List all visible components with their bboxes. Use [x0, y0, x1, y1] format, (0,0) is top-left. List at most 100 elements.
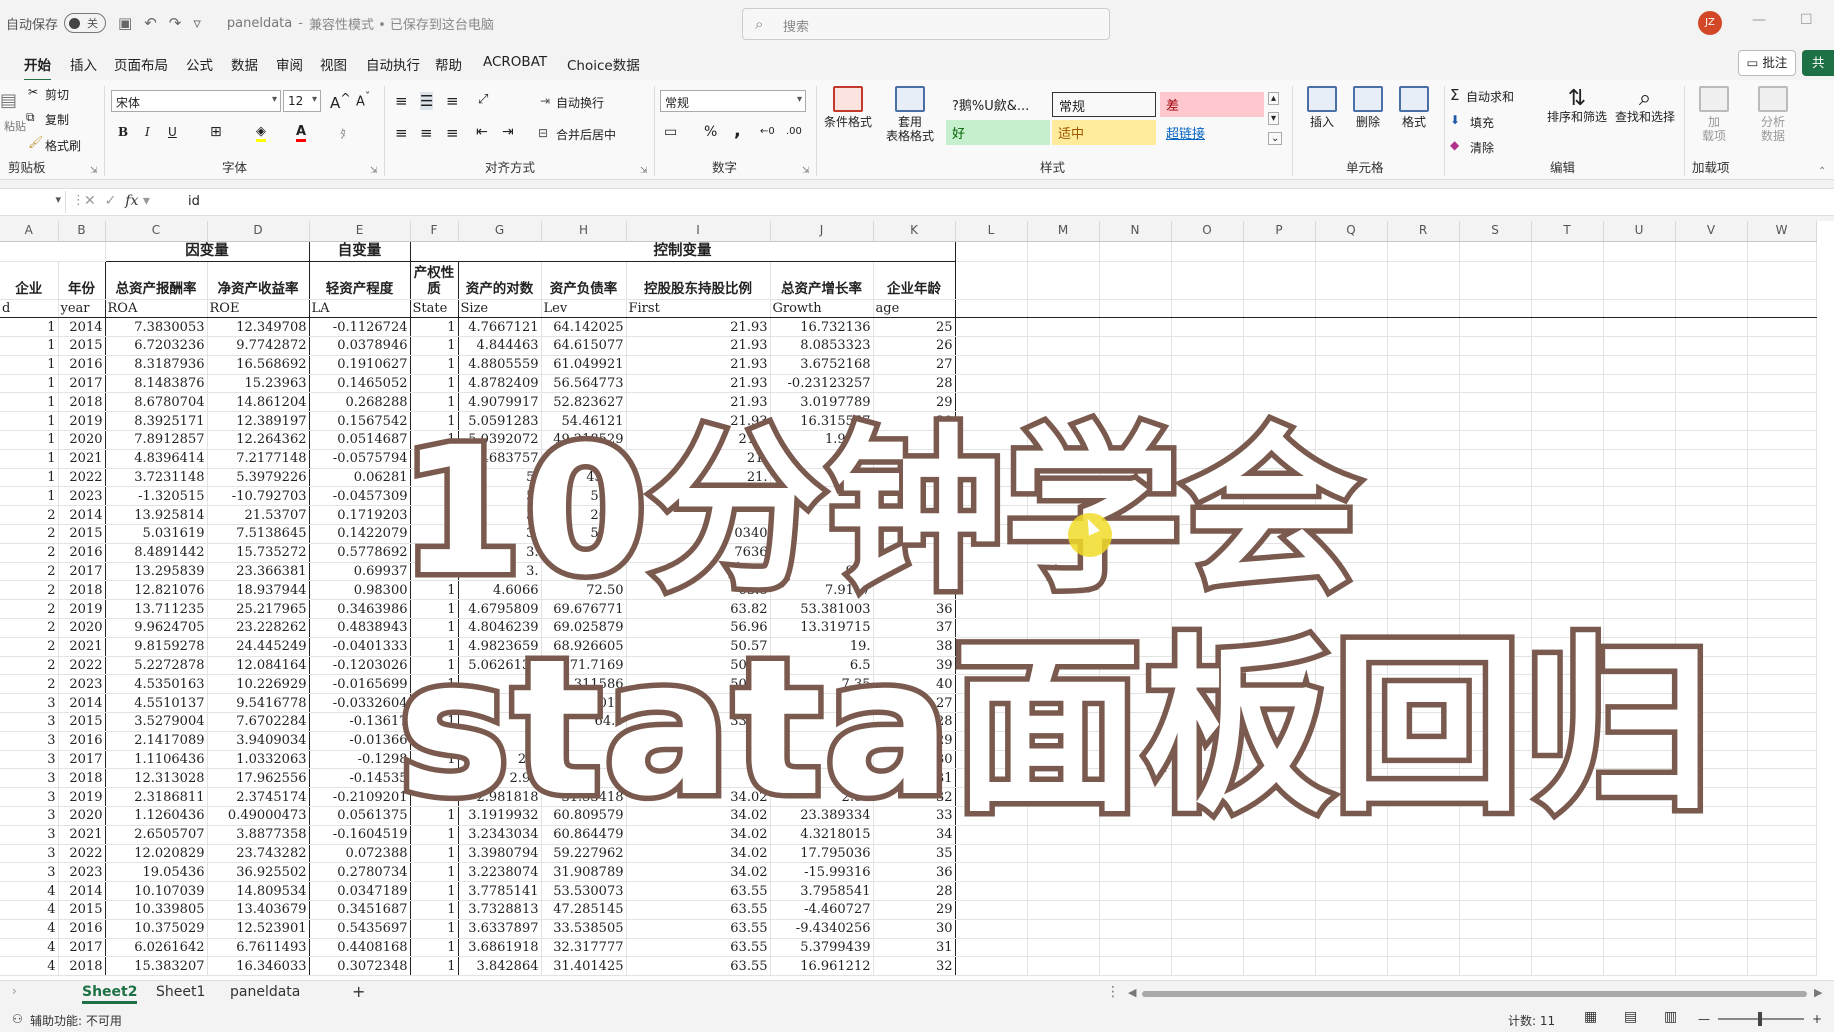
empty-cell[interactable] — [1531, 862, 1604, 883]
empty-cell[interactable] — [1171, 298, 1244, 319]
empty-cell[interactable] — [1027, 505, 1100, 526]
data-cell[interactable]: 2 — [0, 637, 59, 657]
data-cell[interactable]: 3. — [458, 562, 542, 582]
empty-cell[interactable] — [1387, 900, 1460, 920]
empty-cell[interactable] — [1315, 355, 1388, 375]
empty-cell[interactable] — [1675, 580, 1748, 601]
align-bottom-icon[interactable]: ≡ — [446, 92, 459, 110]
data-cell[interactable]: 2 — [0, 656, 59, 676]
empty-cell[interactable] — [1675, 938, 1748, 958]
empty-cell[interactable] — [1675, 956, 1748, 977]
empty-cell[interactable] — [1603, 750, 1676, 770]
empty-cell[interactable] — [1603, 505, 1676, 526]
data-cell[interactable]: 3. — [458, 543, 542, 563]
data-cell[interactable]: 2023 — [58, 674, 106, 695]
data-cell[interactable]: 34.02 — [626, 806, 771, 826]
data-cell[interactable]: 0.0514687 — [309, 430, 411, 450]
empty-cell[interactable] — [1603, 486, 1676, 507]
empty-cell[interactable] — [1531, 524, 1604, 544]
orientation-icon[interactable]: ⤢ — [478, 92, 488, 107]
data-cell[interactable]: 63.55 — [626, 938, 771, 958]
empty-cell[interactable] — [1675, 411, 1748, 432]
empty-cell[interactable] — [1747, 656, 1817, 676]
data-cell[interactable]: -0.0401333 — [309, 637, 411, 657]
data-cell[interactable]: 50.57 — [626, 656, 771, 676]
empty-cell[interactable] — [1747, 355, 1817, 375]
empty-cell[interactable] — [1243, 938, 1316, 958]
data-cell[interactable]: 1 — [410, 524, 459, 544]
data-cell[interactable]: 0.1567542 — [309, 411, 411, 432]
empty-cell[interactable] — [1459, 468, 1532, 488]
empty-cell[interactable] — [1531, 693, 1604, 714]
data-cell[interactable] — [770, 712, 874, 732]
column-header-u[interactable]: U — [1603, 221, 1676, 242]
data-cell[interactable]: 3.842864 — [458, 956, 542, 977]
data-cell[interactable]: 8.3925171 — [105, 411, 208, 432]
data-cell[interactable]: 69.676771 — [541, 599, 627, 620]
data-cell[interactable]: 1 — [410, 919, 459, 939]
empty-cell[interactable] — [1459, 599, 1532, 620]
empty-cell[interactable] — [1675, 656, 1748, 676]
empty-cell[interactable] — [1387, 449, 1460, 469]
header-cell[interactable]: 控股股东持股比例 — [626, 261, 771, 300]
empty-cell[interactable] — [1459, 712, 1532, 732]
variable-name-cell[interactable]: Lev — [541, 298, 627, 319]
header-cell[interactable]: 产权性质 — [410, 261, 459, 300]
data-cell[interactable]: 7636 — [626, 543, 771, 563]
empty-cell[interactable] — [1387, 787, 1460, 808]
data-cell[interactable]: 3.6861918 — [458, 938, 542, 958]
empty-cell[interactable] — [1315, 449, 1388, 469]
data-cell[interactable]: 3.8877358 — [207, 825, 310, 845]
header-cell[interactable]: 资产的对数 — [458, 261, 542, 300]
data-cell[interactable]: 1.1260436 — [105, 806, 208, 826]
empty-cell[interactable] — [1243, 862, 1316, 883]
empty-cell[interactable] — [1315, 862, 1388, 883]
data-cell[interactable]: 33 — [873, 543, 956, 563]
empty-cell[interactable] — [955, 712, 1028, 732]
data-cell[interactable]: 4 — [0, 900, 59, 920]
data-cell[interactable]: 30 — [873, 750, 956, 770]
cut-button[interactable]: 剪切 — [45, 86, 69, 103]
paste-icon[interactable]: ▤ — [0, 90, 17, 111]
empty-cell[interactable] — [1315, 900, 1388, 920]
bold-button[interactable]: B — [118, 125, 128, 139]
data-cell[interactable]: 6.5 — [770, 656, 874, 676]
data-cell[interactable]: 3.7328813 — [458, 900, 542, 920]
data-cell[interactable]: 31.401425 — [541, 956, 627, 977]
empty-cell[interactable] — [1675, 674, 1748, 695]
comment-button[interactable]: ▭ 批注 — [1738, 50, 1796, 76]
empty-cell[interactable] — [1747, 298, 1817, 319]
data-cell[interactable]: 4.8396414 — [105, 449, 208, 469]
empty-cell[interactable] — [1531, 355, 1604, 375]
empty-cell[interactable] — [1099, 637, 1172, 657]
empty-cell[interactable] — [1387, 486, 1460, 507]
data-cell[interactable]: 2. — [458, 731, 542, 751]
data-cell[interactable]: 31.53418 — [541, 787, 627, 808]
font-color-button[interactable]: A — [296, 124, 307, 142]
data-cell[interactable]: 27 — [873, 355, 956, 375]
data-cell[interactable]: 1 — [410, 844, 459, 864]
data-cell[interactable]: 2020 — [58, 430, 106, 450]
italic-button[interactable]: I — [145, 125, 150, 139]
empty-cell[interactable] — [1243, 618, 1316, 638]
sheet-tab-sheet1[interactable]: Sheet1 — [156, 984, 205, 1000]
empty-cell[interactable] — [1027, 844, 1100, 864]
empty-cell[interactable] — [1387, 298, 1460, 319]
empty-cell[interactable] — [1387, 468, 1460, 488]
scroll-tabs-icon[interactable]: › — [12, 984, 17, 998]
empty-cell[interactable] — [1387, 637, 1460, 657]
data-cell[interactable]: 2.1417089 — [105, 731, 208, 751]
empty-cell[interactable] — [955, 731, 1028, 751]
empty-cell[interactable] — [1171, 261, 1244, 300]
empty-cell[interactable] — [955, 956, 1028, 977]
empty-cell[interactable] — [1603, 524, 1676, 544]
clipboard-launcher-icon[interactable]: ⇲ — [90, 166, 98, 176]
delete-cells-button[interactable]: 删除 — [1346, 86, 1390, 130]
empty-cell[interactable] — [1531, 656, 1604, 676]
empty-cell[interactable] — [1027, 392, 1100, 413]
empty-cell[interactable] — [1603, 693, 1676, 714]
data-cell[interactable]: 3.7958541 — [770, 881, 874, 901]
data-cell[interactable]: 23.366381 — [207, 562, 310, 582]
data-cell[interactable]: 1 — [410, 787, 459, 808]
data-cell[interactable]: 21.93 — [626, 336, 771, 356]
